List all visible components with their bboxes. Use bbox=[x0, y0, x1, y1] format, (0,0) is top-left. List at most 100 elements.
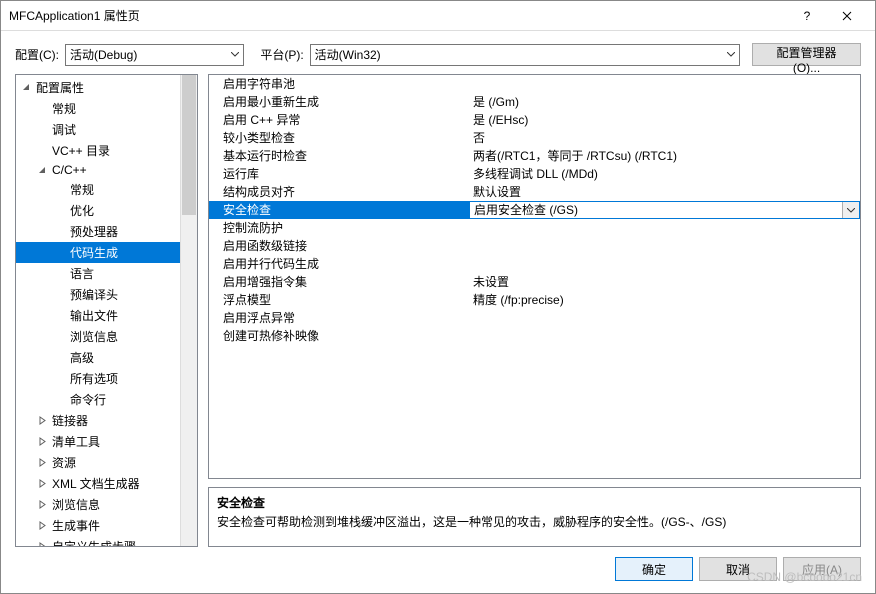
help-button[interactable]: ? bbox=[787, 1, 827, 31]
property-value[interactable] bbox=[469, 237, 860, 255]
tree-item[interactable]: VC++ 目录 bbox=[16, 140, 180, 161]
twisty-closed-icon[interactable] bbox=[38, 542, 50, 546]
property-name: 浮点模型 bbox=[209, 291, 469, 309]
property-value[interactable]: 是 (/EHsc) bbox=[469, 111, 860, 129]
cancel-button[interactable]: 取消 bbox=[699, 557, 777, 581]
property-row[interactable]: 运行库多线程调试 DLL (/MDd) bbox=[209, 165, 860, 183]
property-value[interactable]: 是 (/Gm) bbox=[469, 93, 860, 111]
property-row[interactable]: 创建可热修补映像 bbox=[209, 327, 860, 345]
config-combo[interactable]: 活动(Debug) bbox=[65, 44, 244, 66]
tree-item[interactable]: 链接器 bbox=[16, 410, 180, 431]
property-value-text: 是 (/Gm) bbox=[473, 95, 519, 109]
tree-item-label: C/C++ bbox=[50, 163, 89, 177]
twisty-open-icon[interactable] bbox=[38, 166, 50, 175]
property-value[interactable] bbox=[469, 219, 860, 237]
tree-item[interactable]: XML 文档生成器 bbox=[16, 473, 180, 494]
tree-item[interactable]: 清单工具 bbox=[16, 431, 180, 452]
platform-label: 平台(P): bbox=[260, 46, 303, 63]
property-row[interactable]: 启用字符串池 bbox=[209, 75, 860, 93]
property-row[interactable]: 启用浮点异常 bbox=[209, 309, 860, 327]
description-body: 安全检查可帮助检测到堆栈缓冲区溢出，这是一种常见的攻击，威胁程序的安全性。(/G… bbox=[217, 513, 852, 530]
tree-item[interactable]: 生成事件 bbox=[16, 515, 180, 536]
property-row[interactable]: 基本运行时检查两者(/RTC1，等同于 /RTCsu) (/RTC1) bbox=[209, 147, 860, 165]
twisty-closed-icon[interactable] bbox=[38, 437, 50, 446]
property-grid[interactable]: 启用字符串池启用最小重新生成是 (/Gm)启用 C++ 异常是 (/EHsc)较… bbox=[208, 74, 861, 479]
tree-item-label: 输出文件 bbox=[68, 307, 120, 324]
property-row[interactable]: 控制流防护 bbox=[209, 219, 860, 237]
tree-item[interactable]: 浏览信息 bbox=[16, 326, 180, 347]
ok-button[interactable]: 确定 bbox=[615, 557, 693, 581]
property-value[interactable]: 多线程调试 DLL (/MDd) bbox=[469, 165, 860, 183]
scrollbar-thumb[interactable] bbox=[182, 75, 196, 215]
property-row[interactable]: 浮点模型精度 (/fp:precise) bbox=[209, 291, 860, 309]
tree-item[interactable]: 输出文件 bbox=[16, 305, 180, 326]
chevron-down-icon bbox=[231, 52, 239, 57]
tree-item[interactable]: 语言 bbox=[16, 263, 180, 284]
dropdown-button[interactable] bbox=[842, 202, 859, 218]
twisty-closed-icon[interactable] bbox=[38, 458, 50, 467]
property-row[interactable]: 启用函数级链接 bbox=[209, 237, 860, 255]
tree-item-label: 代码生成 bbox=[68, 244, 120, 261]
twisty-closed-icon[interactable] bbox=[38, 521, 50, 530]
twisty-open-icon[interactable] bbox=[22, 83, 34, 92]
tree-item[interactable]: 高级 bbox=[16, 347, 180, 368]
property-value[interactable]: 两者(/RTC1，等同于 /RTCsu) (/RTC1) bbox=[469, 147, 860, 165]
property-value[interactable]: 未设置 bbox=[469, 273, 860, 291]
tree-item[interactable]: 常规 bbox=[16, 98, 180, 119]
config-manager-button[interactable]: 配置管理器(O)... bbox=[752, 43, 861, 66]
tree-item[interactable]: 自定义生成步骤 bbox=[16, 536, 180, 546]
property-row[interactable]: 启用最小重新生成是 (/Gm) bbox=[209, 93, 860, 111]
property-value[interactable] bbox=[469, 327, 860, 345]
property-row[interactable]: 安全检查启用安全检查 (/GS) bbox=[209, 201, 860, 219]
property-value[interactable] bbox=[469, 255, 860, 273]
property-value[interactable]: 启用安全检查 (/GS) bbox=[469, 201, 860, 219]
apply-button[interactable]: 应用(A) bbox=[783, 557, 861, 581]
tree-item-label: 语言 bbox=[68, 265, 96, 282]
property-value-text: 默认设置 bbox=[473, 185, 521, 199]
tree-scrollbar[interactable] bbox=[180, 75, 197, 546]
property-value[interactable]: 精度 (/fp:precise) bbox=[469, 291, 860, 309]
tree-item[interactable]: 命令行 bbox=[16, 389, 180, 410]
property-row[interactable]: 结构成员对齐默认设置 bbox=[209, 183, 860, 201]
tree-item[interactable]: 代码生成 bbox=[16, 242, 180, 263]
property-value[interactable]: 默认设置 bbox=[469, 183, 860, 201]
property-row[interactable]: 启用增强指令集未设置 bbox=[209, 273, 860, 291]
tree-item[interactable]: 优化 bbox=[16, 200, 180, 221]
tree-item[interactable]: 常规 bbox=[16, 179, 180, 200]
description-panel: 安全检查 安全检查可帮助检测到堆栈缓冲区溢出，这是一种常见的攻击，威胁程序的安全… bbox=[208, 487, 861, 547]
tree-item[interactable]: 预处理器 bbox=[16, 221, 180, 242]
property-name: 启用函数级链接 bbox=[209, 237, 469, 255]
tree-item-label: 优化 bbox=[68, 202, 96, 219]
tree-item-label: 预编译头 bbox=[68, 286, 120, 303]
close-button[interactable] bbox=[827, 1, 867, 31]
property-value-text: 未设置 bbox=[473, 275, 509, 289]
twisty-closed-icon[interactable] bbox=[38, 500, 50, 509]
tree-item[interactable]: 预编译头 bbox=[16, 284, 180, 305]
tree-item-label: 生成事件 bbox=[50, 517, 102, 534]
property-name: 创建可热修补映像 bbox=[209, 327, 469, 345]
property-value[interactable] bbox=[469, 75, 860, 93]
platform-combo[interactable]: 活动(Win32) bbox=[310, 44, 740, 66]
description-title: 安全检查 bbox=[217, 494, 852, 511]
category-tree[interactable]: 配置属性常规调试VC++ 目录C/C++常规优化预处理器代码生成语言预编译头输出… bbox=[16, 75, 180, 546]
tree-item[interactable]: C/C++ bbox=[16, 161, 180, 179]
property-row[interactable]: 启用 C++ 异常是 (/EHsc) bbox=[209, 111, 860, 129]
tree-item-label: 链接器 bbox=[50, 412, 90, 429]
tree-item-label: 配置属性 bbox=[34, 79, 86, 96]
property-value[interactable]: 否 bbox=[469, 129, 860, 147]
tree-item[interactable]: 浏览信息 bbox=[16, 494, 180, 515]
tree-item-label: 清单工具 bbox=[50, 433, 102, 450]
property-row[interactable]: 较小类型检查否 bbox=[209, 129, 860, 147]
twisty-closed-icon[interactable] bbox=[38, 416, 50, 425]
tree-item[interactable]: 调试 bbox=[16, 119, 180, 140]
tree-item[interactable]: 资源 bbox=[16, 452, 180, 473]
tree-item[interactable]: 配置属性 bbox=[16, 77, 180, 98]
tree-item[interactable]: 所有选项 bbox=[16, 368, 180, 389]
tree-item-label: 预处理器 bbox=[68, 223, 120, 240]
twisty-closed-icon[interactable] bbox=[38, 479, 50, 488]
property-name: 安全检查 bbox=[209, 201, 469, 219]
property-name: 启用 C++ 异常 bbox=[209, 111, 469, 129]
property-name: 控制流防护 bbox=[209, 219, 469, 237]
property-row[interactable]: 启用并行代码生成 bbox=[209, 255, 860, 273]
property-value[interactable] bbox=[469, 309, 860, 327]
